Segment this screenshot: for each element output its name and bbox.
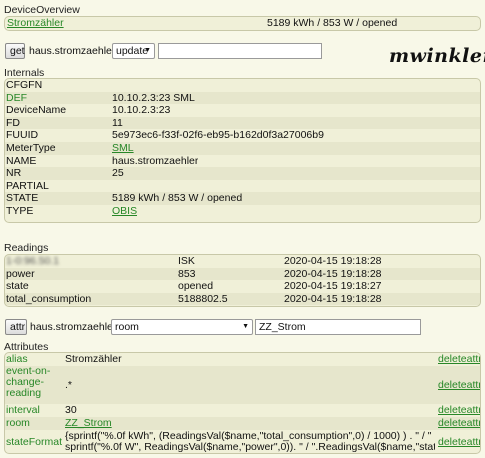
internal-value: 11 [112,116,123,129]
readings-title: Readings [4,242,49,254]
reading-time: 2020-04-15 19:18:28 [284,292,382,305]
internal-value: 25 [112,167,124,180]
device-overview-panel: Stromzähler 5189 kWh / 853 W / opened [4,16,481,31]
attribute-value: Stromzähler [65,353,122,365]
internal-value: 5189 kWh / 853 W / opened [112,192,243,205]
internals-row: NAME haus.stromzaehler [5,155,480,168]
internals-row: NR 25 [5,167,480,180]
reading-name: state [6,280,29,293]
reading-time: 2020-04-15 19:18:28 [284,267,382,280]
internals-row: CFGFN [5,79,480,92]
attribute-name: alias [6,353,28,365]
attribute-name: stateFormat [6,436,63,448]
get-button[interactable]: get [5,43,25,59]
meter-type-link[interactable]: SML [112,142,134,155]
readings-table: 1-0:96.50.1 ISK 2020-04-15 19:18:28 powe… [4,254,481,307]
reading-value: opened [178,280,214,293]
attribute-value: 30 [65,404,77,416]
internals-row: TYPE OBIS [5,205,480,218]
reading-time: 2020-04-15 19:18:27 [284,280,382,293]
logo: mwinkler [389,45,485,67]
internal-key: DEF [6,91,27,104]
device-link[interactable]: Stromzähler [7,17,64,30]
internal-value: 5e973ec6-f33f-02f6-eb95-b162d0f3a27006b9 [112,129,324,142]
reading-row: state opened 2020-04-15 19:18:27 [5,280,480,293]
internals-row: STATE 5189 kWh / 853 W / opened [5,192,480,205]
internals-row: FD 11 [5,116,480,130]
internal-key: PARTIAL [6,179,49,192]
attribute-select-value: room [115,321,139,333]
attr-value-input[interactable]: ZZ_Strom [255,319,421,335]
internals-row: DEF 10.10.2.3:23 SML [5,91,480,105]
command-value-input[interactable] [158,43,322,59]
attribute-row: event-on-change-reading .* deleteattr [5,366,480,404]
command-device-name: haus.stromzaehler [29,45,116,57]
type-link[interactable]: OBIS [112,205,137,218]
reading-time: 2020-04-15 19:18:28 [284,255,382,267]
internals-row: PARTIAL [5,180,480,193]
device-status: 5189 kWh / 853 W / opened [267,17,398,29]
chevron-down-icon: ▼ [144,47,151,54]
attribute-select[interactable]: room ▼ [111,319,253,335]
attribute-name: event-on-change-reading [6,366,51,399]
internal-key: NAME [6,154,37,167]
attribute-row: room ZZ_Strom deleteattr [5,417,480,430]
attr-device-name: haus.stromzaehler [30,321,117,333]
attributes-table: alias Stromzähler deleteattr event-on-ch… [4,352,481,454]
attribute-name: room [6,417,30,429]
attr-button[interactable]: attr [5,319,27,335]
reading-value: ISK [178,255,195,267]
internals-table: CFGFN DEF 10.10.2.3:23 SML DeviceName 10… [4,78,481,223]
internals-row: DeviceName 10.10.2.3:23 [5,104,480,117]
internal-key: STATE [6,192,39,205]
internal-key: TYPE [6,204,34,217]
internals-row: FUUID 5e973ec6-f33f-02f6-eb95-b162d0f3a2… [5,129,480,142]
delete-attr-link[interactable]: deleteattr [438,404,480,417]
reading-value: 5188802.5 [178,292,228,305]
internal-key: CFGFN [6,79,43,91]
internals-row: MeterType SML [5,141,480,155]
reading-value: 853 [178,267,196,280]
internal-value: haus.stromzaehler [112,154,199,167]
room-link[interactable]: ZZ_Strom [65,417,112,430]
internal-key: FD [6,116,20,129]
reading-select[interactable]: update ▼ [112,43,155,59]
reading-row: power 853 2020-04-15 19:18:28 [5,267,480,281]
reading-name: total_consumption [6,292,92,305]
attribute-value-line2: sprintf("%.0f W", ReadingsVal($name,"pow… [65,441,435,453]
reading-row: 1-0:96.50.1 ISK 2020-04-15 19:18:28 [5,255,480,268]
delete-attr-link[interactable]: deleteattr [438,353,480,366]
internal-key: DeviceName [6,104,67,117]
attribute-value: .* [65,379,73,391]
attribute-row: interval 30 deleteattr [5,404,480,417]
reading-name: power [6,267,35,280]
chevron-down-icon: ▼ [242,323,249,330]
delete-attr-link[interactable]: deleteattr [438,436,480,449]
attribute-row: alias Stromzähler deleteattr [5,353,480,366]
reading-row: total_consumption 5188802.5 2020-04-15 1… [5,292,480,306]
attribute-row: stateFormat {sprintf("%.0f kWh", (Readin… [5,430,480,453]
internal-value: 10.10.2.3:23 SML [112,91,195,104]
internal-key: FUUID [6,129,39,142]
internal-key: NR [6,167,22,180]
internal-key: MeterType [6,141,56,154]
device-overview-title: DeviceOverview [4,4,80,16]
reading-name: 1-0:96.50.1 [6,255,60,267]
internal-value: 10.10.2.3:23 [112,104,171,117]
delete-attr-link[interactable]: deleteattr [438,417,480,430]
delete-attr-link[interactable]: deleteattr [438,379,480,392]
attribute-name: interval [6,404,40,416]
